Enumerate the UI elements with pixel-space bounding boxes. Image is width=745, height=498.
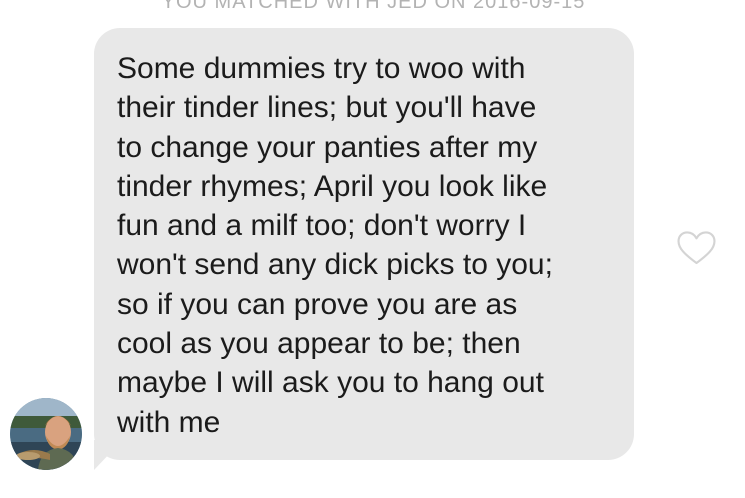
- heart-icon[interactable]: [677, 231, 716, 265]
- match-date-text: YOU MATCHED WITH JED ON 2016-09-15: [161, 0, 586, 13]
- message-bubble-tail: [94, 440, 114, 470]
- message-text: Some dummies try to woo with their tinde…: [117, 52, 553, 439]
- chat-screen: YOU MATCHED WITH JED ON 2016-09-15 Some …: [0, 0, 745, 498]
- avatar-photo: [10, 398, 82, 470]
- message-bubble[interactable]: Some dummies try to woo with their tinde…: [94, 28, 634, 460]
- avatar[interactable]: [10, 398, 82, 470]
- match-date-header: YOU MATCHED WITH JED ON 2016-09-15: [0, 0, 745, 14]
